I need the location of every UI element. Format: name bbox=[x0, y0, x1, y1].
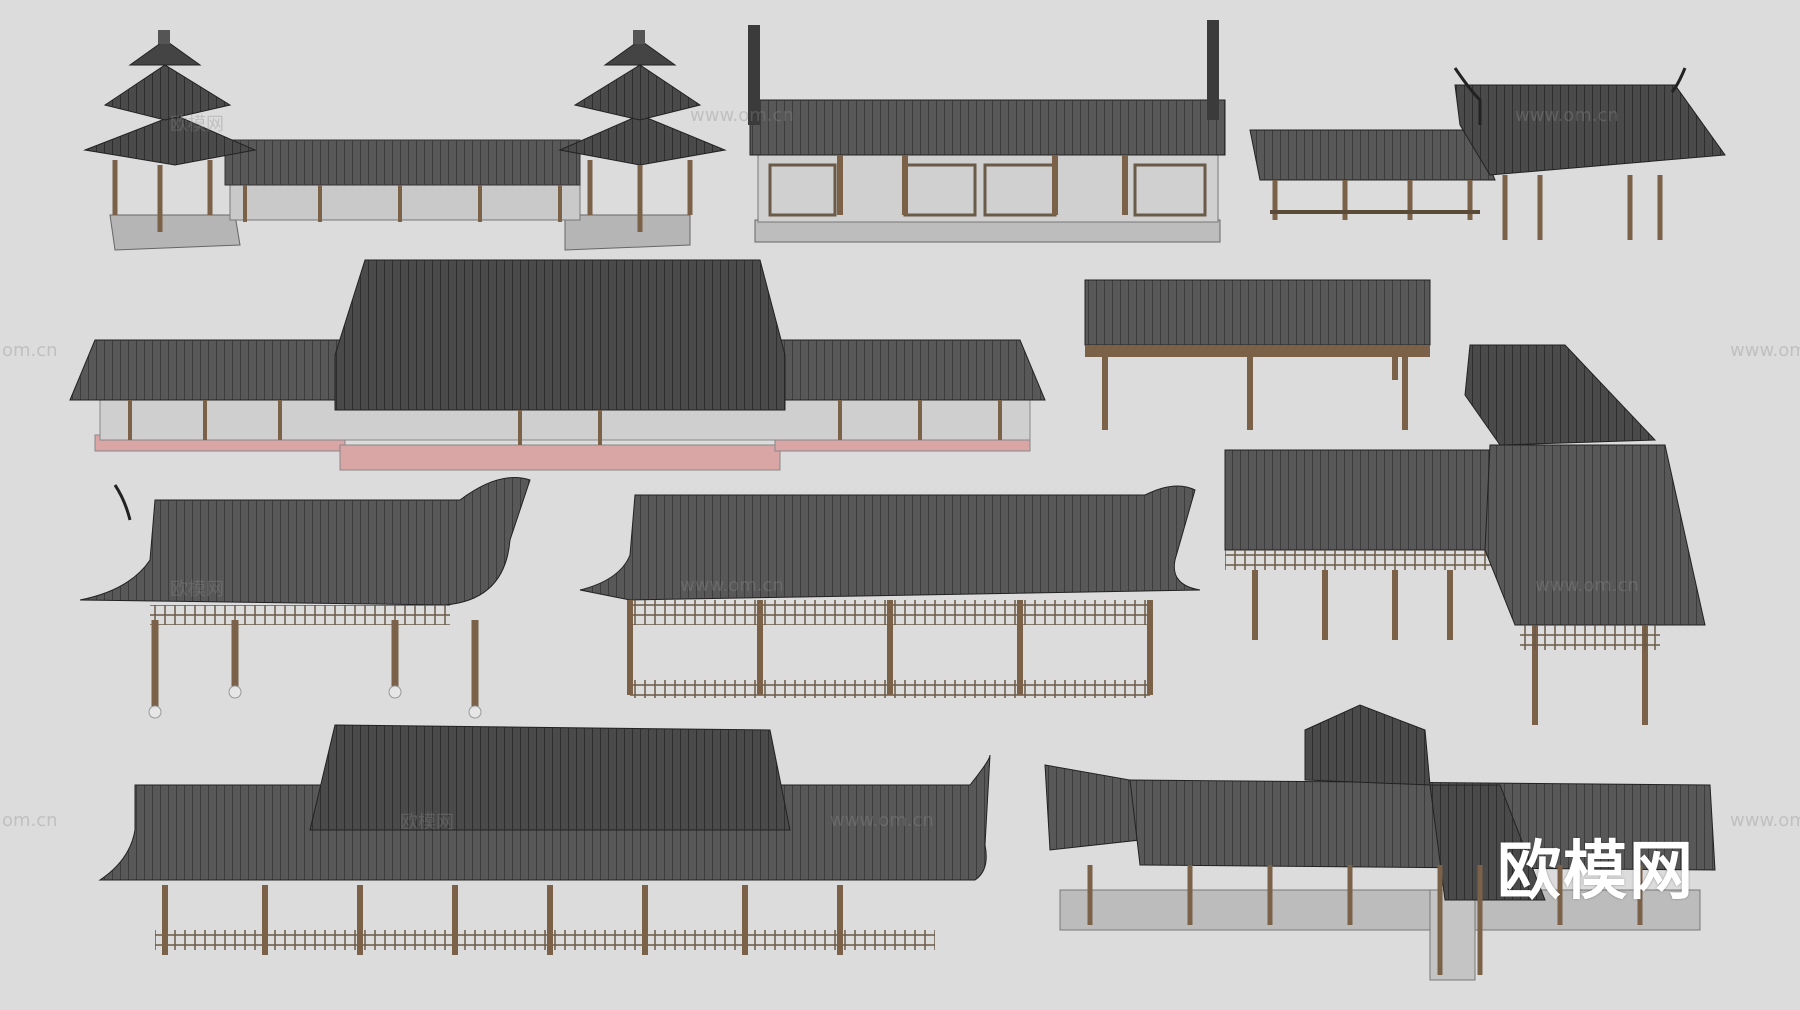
model-twin-pavilion-corridor bbox=[83, 30, 727, 251]
model-flying-eave-corridor bbox=[79, 477, 531, 719]
model-short-corridor bbox=[1084, 279, 1431, 430]
model-corner-pavilion-corridor bbox=[1224, 344, 1706, 725]
model-double-roof-corridor bbox=[98, 724, 991, 955]
model-long-corridor-central-hall bbox=[69, 259, 1046, 471]
model-lattice-corridor bbox=[579, 485, 1201, 698]
brand-logo: 欧模网 bbox=[1497, 835, 1695, 909]
model-corridor-with-hall bbox=[1249, 67, 1726, 240]
model-walled-corridor bbox=[748, 20, 1226, 243]
